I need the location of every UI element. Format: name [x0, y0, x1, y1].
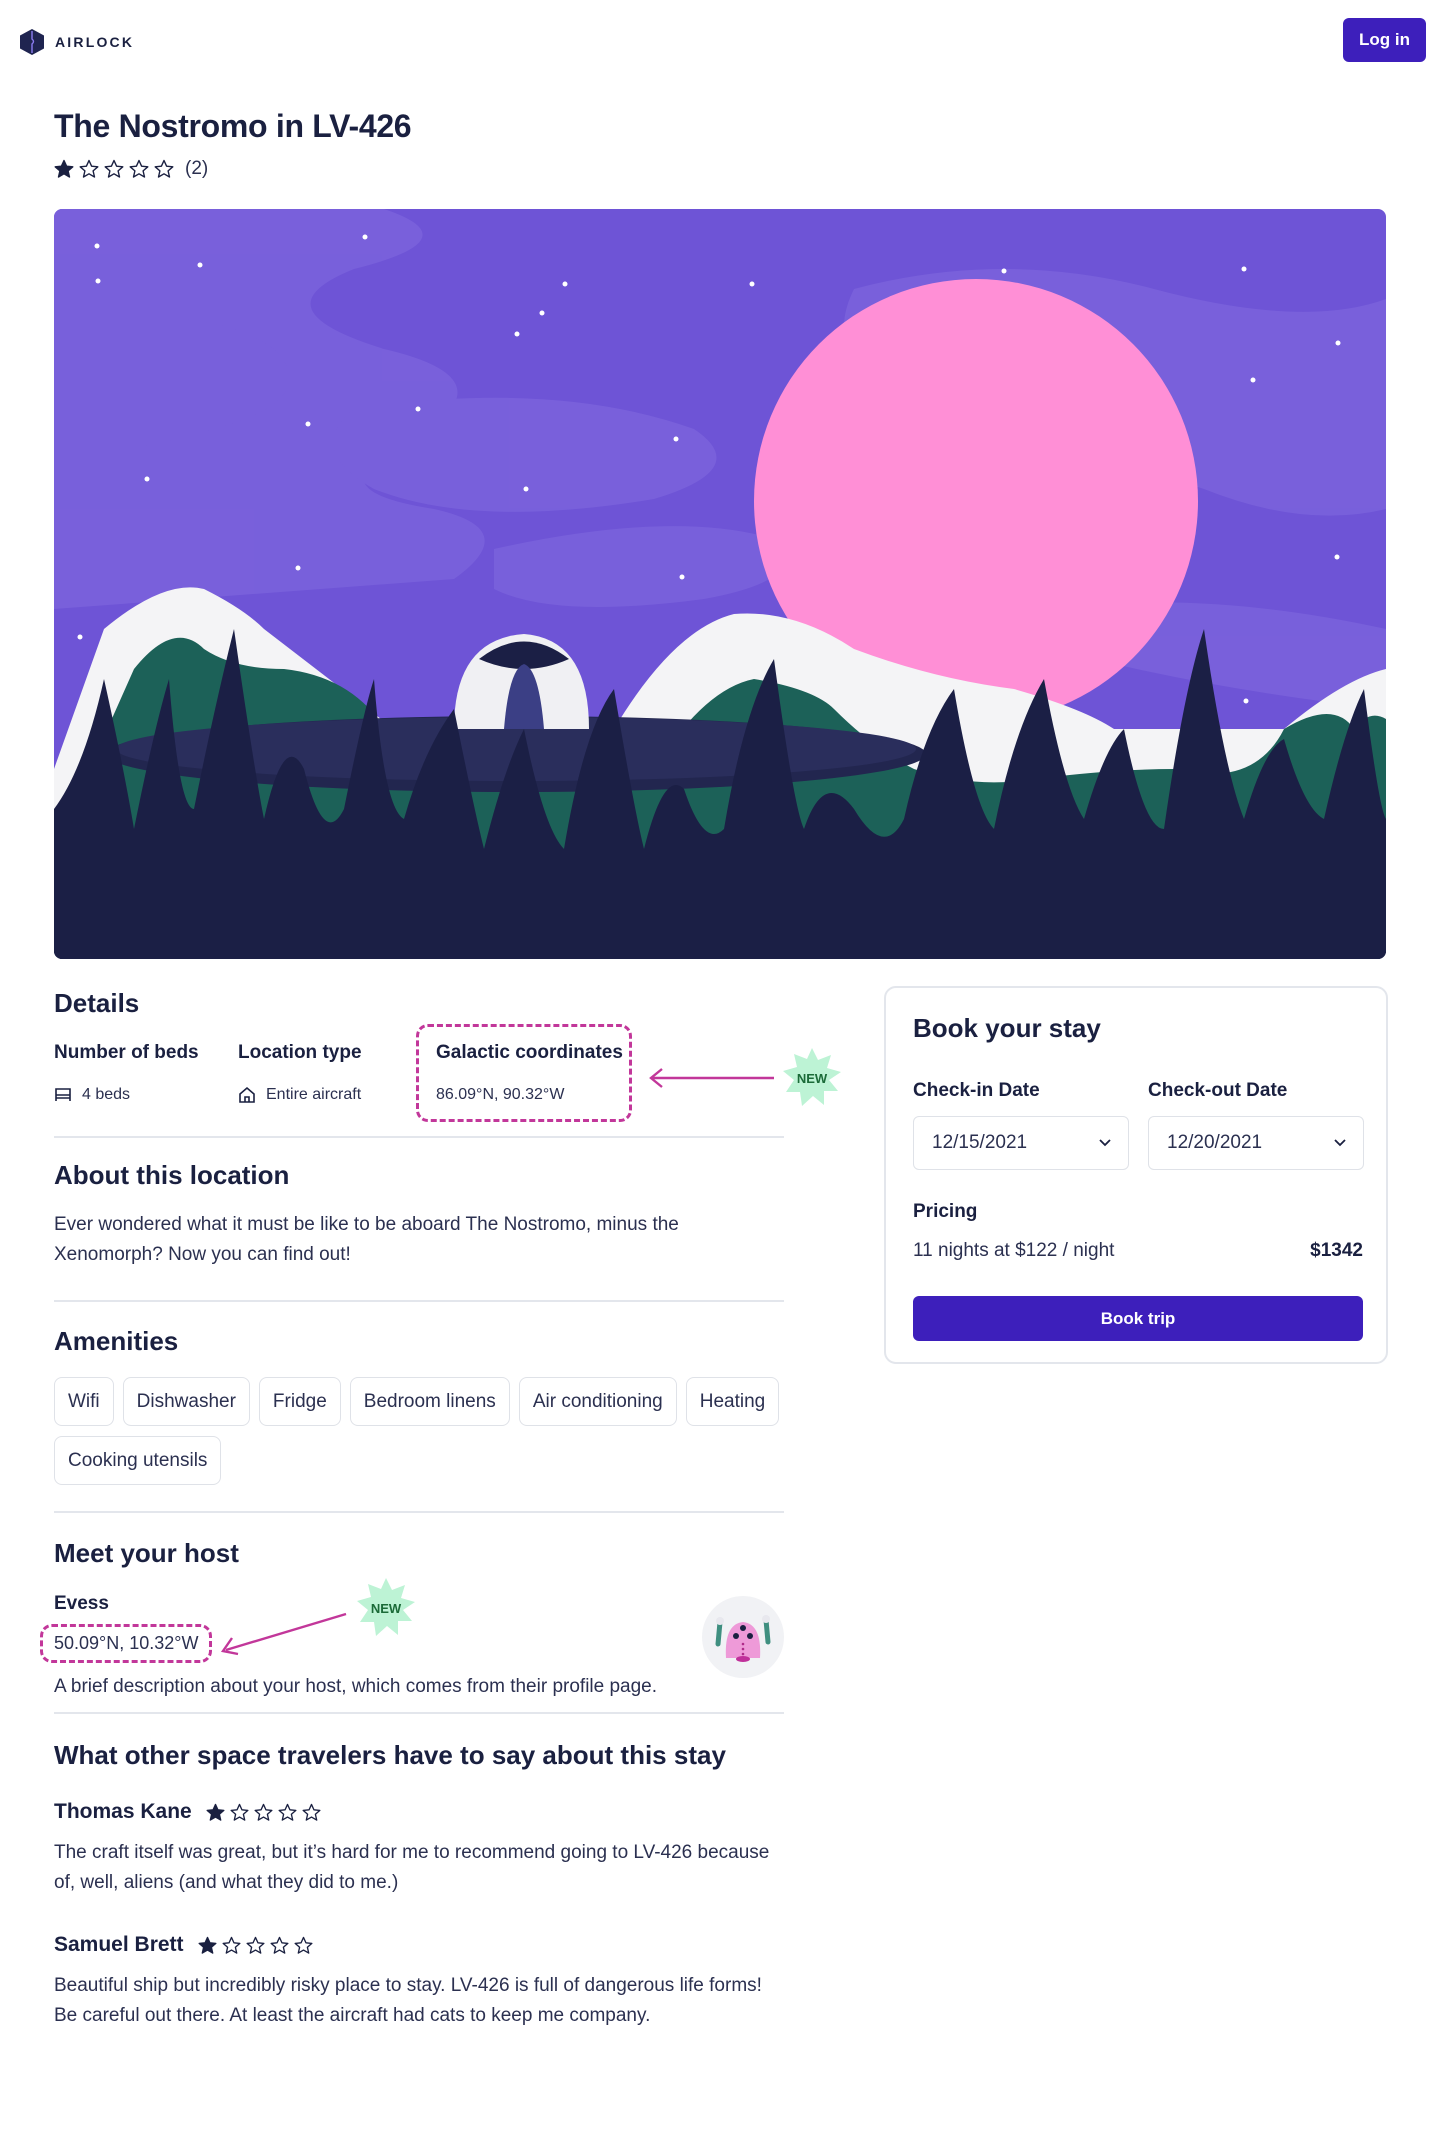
- house-icon: [239, 1086, 255, 1103]
- star-outline-icon: [129, 159, 149, 178]
- checkin-date-select[interactable]: 12/15/2021: [913, 1116, 1129, 1170]
- star-outline-icon: [246, 1936, 265, 1954]
- annotation-arrow-icon: [649, 1068, 774, 1088]
- beds-detail: Number of beds 4 beds: [54, 1042, 199, 1104]
- top-nav: AIRLOCK Log in: [0, 0, 1440, 80]
- review-star-rating: [198, 1936, 313, 1955]
- new-badge: NEW: [780, 1046, 844, 1110]
- checkin-label: Check-in Date: [913, 1080, 1040, 1101]
- bed-icon: [55, 1088, 71, 1101]
- location-type-text: Entire aircraft: [266, 1086, 362, 1103]
- chevron-down-icon: [1099, 1139, 1111, 1147]
- login-button[interactable]: Log in: [1343, 18, 1426, 62]
- divider: [54, 1300, 784, 1302]
- annotation-arrow-icon: [220, 1612, 347, 1656]
- new-badge-label: NEW: [796, 1070, 828, 1086]
- location-type-label: Location type: [238, 1042, 362, 1063]
- checkout-date-value: 12/20/2021: [1167, 1132, 1263, 1153]
- star-outline-icon: [254, 1803, 273, 1821]
- review-item: Samuel Brett Beautiful ship but incredib…: [54, 1933, 784, 2031]
- star-outline-icon: [302, 1803, 321, 1821]
- pricing-label: Pricing: [913, 1201, 978, 1222]
- review-star-rating: [206, 1803, 321, 1822]
- star-outline-icon: [154, 159, 174, 178]
- star-outline-icon: [79, 159, 99, 178]
- star-rating: [54, 159, 174, 179]
- amenity-chip: Cooking utensils: [54, 1436, 222, 1485]
- host-avatar[interactable]: [702, 1596, 784, 1678]
- star-outline-icon: [222, 1936, 241, 1954]
- chevron-down-icon: [1334, 1139, 1346, 1147]
- location-type-detail: Location type Entire aircraft: [238, 1042, 362, 1104]
- pricing-total: $1342: [1310, 1240, 1363, 1261]
- booking-heading: Book your stay: [913, 1013, 1101, 1043]
- reviewer-name: Samuel Brett: [54, 1933, 184, 1956]
- galactic-coords-text: 86.09°N, 90.32°W: [436, 1086, 565, 1103]
- beds-value: 4 beds: [54, 1086, 199, 1104]
- amenity-chip: Air conditioning: [518, 1377, 677, 1426]
- host-name: Evess: [54, 1593, 109, 1614]
- host-description: A brief description about your host, whi…: [54, 1676, 658, 1697]
- amenity-chip: Bedroom linens: [349, 1377, 510, 1426]
- galactic-coords-label: Galactic coordinates: [436, 1042, 623, 1063]
- amenity-chip: Fridge: [258, 1377, 341, 1426]
- checkout-label: Check-out Date: [1148, 1080, 1288, 1101]
- book-trip-button[interactable]: Book trip: [913, 1296, 1363, 1341]
- beds-count: 4 beds: [82, 1086, 131, 1103]
- review-text: The craft itself was great, but it’s har…: [54, 1842, 770, 1893]
- star-outline-icon: [230, 1803, 249, 1821]
- amenities-list: Wifi Dishwasher Fridge Bedroom linens Air co…: [54, 1377, 794, 1485]
- details-heading: Details: [54, 988, 140, 1018]
- star-filled-icon: [206, 1803, 225, 1821]
- new-badge-label: NEW: [370, 1600, 402, 1616]
- amenities-heading: Amenities: [54, 1326, 179, 1356]
- amenity-chip: Wifi: [54, 1377, 114, 1426]
- airlock-logo-icon: [20, 29, 44, 55]
- star-filled-icon: [54, 159, 74, 178]
- galactic-coords-detail: Galactic coordinates 86.09°N, 90.32°W: [436, 1042, 623, 1104]
- new-badge: NEW: [354, 1576, 418, 1640]
- reviewer-name: Thomas Kane: [54, 1800, 192, 1823]
- checkout-date-select[interactable]: 12/20/2021: [1148, 1116, 1364, 1170]
- review-item: Thomas Kane The craft itself was great, …: [54, 1800, 784, 1898]
- listing-title: The Nostromo in LV-426: [54, 108, 412, 144]
- divider: [54, 1511, 784, 1513]
- pricing-summary: 11 nights at $122 / night: [913, 1240, 1115, 1261]
- alien-avatar-icon: [715, 1615, 771, 1662]
- review-text: Beautiful ship but incredibly risky plac…: [54, 1975, 762, 2026]
- star-outline-icon: [104, 159, 124, 178]
- host-heading: Meet your host: [54, 1538, 239, 1568]
- about-text: Ever wondered what it must be like to be…: [54, 1214, 679, 1265]
- hero-illustration: [54, 209, 1386, 959]
- galactic-coords-value: 86.09°N, 90.32°W: [436, 1086, 623, 1104]
- divider: [54, 1136, 784, 1138]
- airlock-logo[interactable]: AIRLOCK: [19, 28, 134, 56]
- review-count: (2): [185, 158, 209, 179]
- amenity-chip: Heating: [685, 1377, 780, 1426]
- booking-card: Book your stay Check-in Date Check-out D…: [884, 986, 1388, 1364]
- location-type-value: Entire aircraft: [238, 1086, 362, 1104]
- alien-landscape-illustration: [54, 209, 1386, 959]
- star-filled-icon: [198, 1936, 217, 1954]
- brand-name: AIRLOCK: [55, 34, 135, 50]
- star-outline-icon: [294, 1936, 313, 1954]
- reviews-heading: What other space travelers have to say a…: [54, 1740, 726, 1770]
- listing-rating: (2): [54, 158, 208, 180]
- checkin-date-value: 12/15/2021: [932, 1132, 1028, 1153]
- amenity-chip: Dishwasher: [122, 1377, 250, 1426]
- star-outline-icon: [270, 1936, 289, 1954]
- star-outline-icon: [278, 1803, 297, 1821]
- pricing-row: 11 nights at $122 / night $1342: [913, 1240, 1363, 1262]
- about-heading: About this location: [54, 1160, 290, 1190]
- beds-label: Number of beds: [54, 1042, 199, 1063]
- host-coords: 50.09°N, 10.32°W: [40, 1624, 213, 1663]
- divider: [54, 1712, 784, 1714]
